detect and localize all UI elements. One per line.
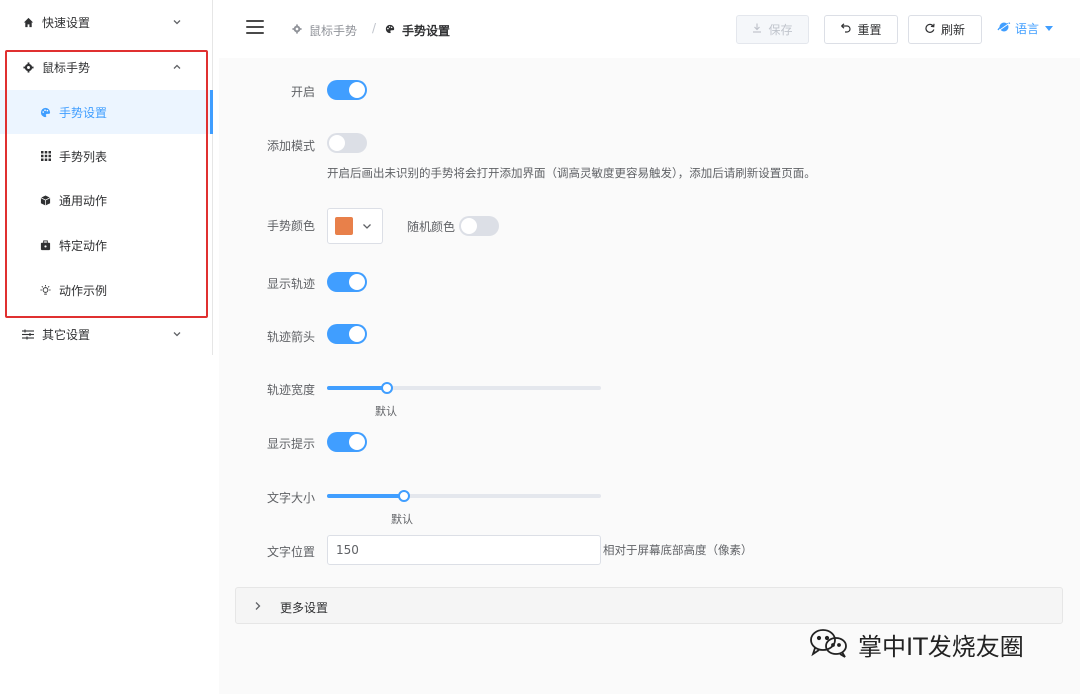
gear-icon xyxy=(22,61,34,73)
download-icon xyxy=(752,23,762,36)
add-mode-label: 添加模式 xyxy=(266,139,315,153)
trail-arrow-label: 轨迹箭头 xyxy=(266,330,315,344)
trail-width-slider[interactable] xyxy=(327,382,601,394)
save-button[interactable]: 保存 xyxy=(736,15,809,44)
trail-width-value: 默认 xyxy=(375,405,397,418)
text-position-label: 文字位置 xyxy=(266,545,315,559)
refresh-icon xyxy=(925,23,935,36)
refresh-label: 刷新 xyxy=(940,23,965,37)
active-indicator xyxy=(210,90,213,134)
watermark-text: 掌中IT发烧友圈 xyxy=(858,633,1024,661)
menu-toggle-icon[interactable] xyxy=(246,20,264,34)
undo-icon xyxy=(840,23,852,36)
sidebar-item-other-settings[interactable]: 其它设置 xyxy=(0,312,212,356)
sidebar-item-quick-settings[interactable]: 快速设置 xyxy=(0,0,212,44)
breadcrumb-separator: / xyxy=(372,21,377,35)
grid-icon xyxy=(40,151,51,162)
sidebar-item-label: 鼠标手势 xyxy=(42,60,91,75)
show-trail-switch[interactable] xyxy=(327,272,367,292)
random-color-label: 随机颜色 xyxy=(406,220,455,234)
text-size-slider[interactable] xyxy=(327,490,601,502)
cube-icon xyxy=(40,194,51,206)
show-trail-label: 显示轨迹 xyxy=(266,277,315,291)
breadcrumb-item-gesture-settings: 手势设置 xyxy=(385,22,450,39)
chevron-up-icon xyxy=(173,64,181,69)
sidebar-subitem-label: 通用动作 xyxy=(59,193,108,208)
header: 鼠标手势 / 手势设置 保存 重置 刷新 语言 xyxy=(213,0,1080,58)
sidebar-subitem-gesture-settings[interactable]: 手势设置 xyxy=(0,90,212,134)
sidebar-subitem-label: 动作示例 xyxy=(59,283,108,298)
chevron-down-icon xyxy=(173,20,181,25)
sidebar-subitem-label: 特定动作 xyxy=(59,238,108,253)
show-tip-switch[interactable] xyxy=(327,432,367,452)
wechat-icon xyxy=(808,627,850,662)
more-settings-collapse[interactable]: 更多设置 xyxy=(235,587,1063,624)
reset-button[interactable]: 重置 xyxy=(824,15,898,44)
sidebar-item-label: 快速设置 xyxy=(42,15,91,30)
color-swatch xyxy=(335,217,353,235)
watermark: 掌中IT发烧友圈 xyxy=(808,627,1024,662)
chevron-right-icon xyxy=(255,602,261,610)
text-position-hint: 相对于屏幕底部高度（像素） xyxy=(603,543,753,557)
sidebar-subitem-specific-actions[interactable]: 特定动作 xyxy=(0,223,212,267)
sidebar-subitem-label: 手势设置 xyxy=(59,105,108,120)
slider-fill xyxy=(327,386,388,390)
sidebar-subitem-action-examples[interactable]: 动作示例 xyxy=(0,268,212,312)
caret-down-icon xyxy=(1045,26,1054,31)
sidebar-item-mouse-gesture[interactable]: 鼠标手势 xyxy=(0,45,212,89)
sidebar-subitem-common-actions[interactable]: 通用动作 xyxy=(0,178,212,222)
random-color-switch[interactable] xyxy=(459,216,499,236)
sidebar-subitem-label: 手势列表 xyxy=(59,149,108,164)
enable-switch[interactable] xyxy=(327,80,367,100)
settings-form: 开启 添加模式 开启后画出未识别的手势将会打开添加界面（调高灵敏度更容易触发），… xyxy=(219,58,1080,694)
add-mode-hint: 开启后画出未识别的手势将会打开添加界面（调高灵敏度更容易触发），添加后请刷新设置… xyxy=(327,166,816,180)
breadcrumb-label: 鼠标手势 xyxy=(309,24,358,38)
gesture-color-label: 手势颜色 xyxy=(266,219,315,233)
sidebar-subitem-gesture-list[interactable]: 手势列表 xyxy=(0,134,212,178)
show-tip-label: 显示提示 xyxy=(266,437,315,451)
home-icon xyxy=(22,16,34,28)
slider-thumb[interactable] xyxy=(397,490,410,502)
gear-icon xyxy=(292,24,302,37)
bulb-icon xyxy=(40,284,51,296)
breadcrumb-label: 手势设置 xyxy=(402,24,451,38)
text-size-value: 默认 xyxy=(391,513,413,526)
slider-fill xyxy=(327,494,404,498)
save-label: 保存 xyxy=(768,23,793,37)
palette-icon xyxy=(385,24,395,37)
palette-icon xyxy=(40,107,51,118)
sliders-icon xyxy=(22,328,34,340)
trail-arrow-switch[interactable] xyxy=(327,324,367,344)
text-position-input[interactable] xyxy=(327,535,601,565)
trail-width-label: 轨迹宽度 xyxy=(266,383,315,397)
breadcrumb-item-mouse-gesture[interactable]: 鼠标手势 xyxy=(292,22,357,39)
slider-thumb[interactable] xyxy=(381,382,394,394)
sidebar-item-label: 其它设置 xyxy=(42,327,91,342)
language-label: 语言 xyxy=(1015,22,1040,36)
text-size-label: 文字大小 xyxy=(266,491,315,505)
briefcase-icon xyxy=(40,239,51,251)
enable-label: 开启 xyxy=(290,85,315,99)
add-mode-switch[interactable] xyxy=(327,133,367,153)
refresh-button[interactable]: 刷新 xyxy=(908,15,982,44)
language-icon xyxy=(997,21,1011,36)
reset-label: 重置 xyxy=(857,23,882,37)
chevron-down-icon xyxy=(173,332,181,337)
more-settings-label: 更多设置 xyxy=(280,601,329,615)
language-dropdown[interactable]: 语言 xyxy=(997,20,1054,37)
sidebar: 快速设置 鼠标手势 手势设置 手势列表 通用动作 特定动作 动作示例 其它设置 xyxy=(0,0,213,355)
